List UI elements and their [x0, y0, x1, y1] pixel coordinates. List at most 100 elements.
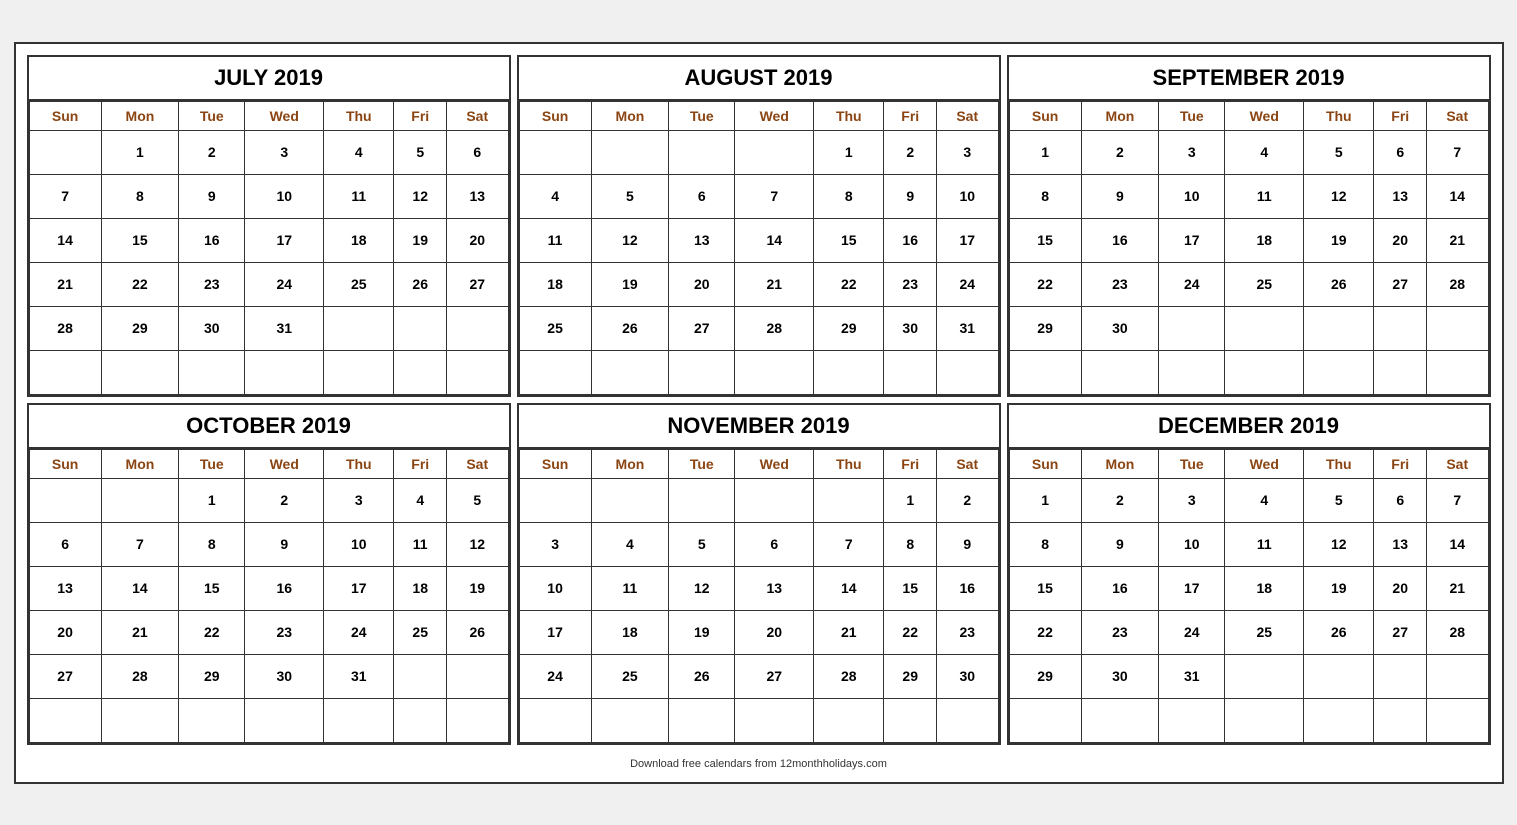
cal-day: 29	[884, 654, 937, 698]
cal-day: 12	[394, 174, 447, 218]
day-header-wed: Wed	[735, 101, 814, 130]
cal-day: 11	[1225, 522, 1304, 566]
cal-day: 20	[735, 610, 814, 654]
cal-day: 28	[814, 654, 884, 698]
cal-day: 1	[179, 478, 245, 522]
cal-day: 30	[245, 654, 324, 698]
cal-day	[519, 350, 591, 394]
cal-day: 4	[1225, 130, 1304, 174]
day-header-wed: Wed	[1225, 449, 1304, 478]
cal-day: 15	[814, 218, 884, 262]
cal-day: 29	[101, 306, 178, 350]
day-header-fri: Fri	[1374, 101, 1427, 130]
cal-day	[179, 698, 245, 742]
cal-day: 29	[1009, 306, 1081, 350]
month-title-july-2019: JULY 2019	[29, 57, 509, 101]
cal-day	[29, 478, 101, 522]
cal-day	[735, 350, 814, 394]
day-header-sun: Sun	[1009, 101, 1081, 130]
cal-day: 27	[29, 654, 101, 698]
cal-day: 5	[446, 478, 508, 522]
cal-day: 12	[1304, 522, 1374, 566]
cal-day: 27	[446, 262, 508, 306]
cal-day	[814, 350, 884, 394]
cal-day: 21	[1426, 218, 1488, 262]
cal-day	[519, 130, 591, 174]
cal-day: 25	[1225, 610, 1304, 654]
day-header-mon: Mon	[591, 449, 668, 478]
cal-day	[1426, 698, 1488, 742]
cal-day	[591, 130, 668, 174]
cal-day: 17	[1159, 218, 1225, 262]
cal-day: 14	[814, 566, 884, 610]
cal-day: 25	[394, 610, 447, 654]
cal-day: 31	[936, 306, 998, 350]
cal-day: 9	[1081, 174, 1158, 218]
cal-day: 13	[446, 174, 508, 218]
cal-day	[1426, 350, 1488, 394]
cal-day: 14	[1426, 522, 1488, 566]
cal-day	[669, 350, 735, 394]
cal-day: 2	[179, 130, 245, 174]
day-header-wed: Wed	[735, 449, 814, 478]
day-header-wed: Wed	[245, 101, 324, 130]
cal-day: 3	[1159, 130, 1225, 174]
cal-day: 13	[1374, 522, 1427, 566]
cal-day: 19	[591, 262, 668, 306]
cal-day: 4	[519, 174, 591, 218]
cal-day: 11	[324, 174, 394, 218]
cal-day	[1081, 350, 1158, 394]
cal-day	[245, 350, 324, 394]
cal-day: 4	[1225, 478, 1304, 522]
cal-day	[394, 698, 447, 742]
cal-day	[394, 654, 447, 698]
cal-day: 28	[29, 306, 101, 350]
cal-day: 29	[1009, 654, 1081, 698]
cal-day: 6	[1374, 478, 1427, 522]
cal-day: 31	[324, 654, 394, 698]
cal-day: 15	[101, 218, 178, 262]
cal-day: 29	[814, 306, 884, 350]
cal-day	[324, 698, 394, 742]
cal-day: 24	[1159, 262, 1225, 306]
cal-day	[1225, 350, 1304, 394]
day-header-sat: Sat	[1426, 101, 1488, 130]
cal-day: 25	[519, 306, 591, 350]
cal-day: 10	[1159, 174, 1225, 218]
cal-day	[1159, 306, 1225, 350]
cal-day: 12	[1304, 174, 1374, 218]
day-header-sat: Sat	[446, 449, 508, 478]
cal-day: 25	[324, 262, 394, 306]
cal-table-october-2019: SunMonTueWedThuFriSat1234567891011121314…	[29, 449, 509, 743]
cal-day	[1225, 654, 1304, 698]
month-title-september-2019: SEPTEMBER 2019	[1009, 57, 1489, 101]
cal-day: 23	[936, 610, 998, 654]
cal-day: 21	[735, 262, 814, 306]
cal-day: 22	[1009, 262, 1081, 306]
cal-day: 23	[179, 262, 245, 306]
cal-day: 13	[29, 566, 101, 610]
cal-day: 5	[669, 522, 735, 566]
cal-day	[1426, 654, 1488, 698]
cal-day: 6	[735, 522, 814, 566]
cal-day: 8	[101, 174, 178, 218]
day-header-sun: Sun	[29, 449, 101, 478]
cal-day: 7	[29, 174, 101, 218]
day-header-mon: Mon	[101, 101, 178, 130]
cal-day: 1	[1009, 130, 1081, 174]
day-header-mon: Mon	[1081, 101, 1158, 130]
cal-day: 4	[394, 478, 447, 522]
cal-day	[519, 698, 591, 742]
cal-day: 23	[884, 262, 937, 306]
cal-day	[1426, 306, 1488, 350]
cal-day	[446, 654, 508, 698]
cal-day: 15	[1009, 218, 1081, 262]
cal-day: 23	[1081, 262, 1158, 306]
cal-day: 25	[591, 654, 668, 698]
cal-day	[519, 478, 591, 522]
cal-day: 3	[324, 478, 394, 522]
cal-day: 22	[1009, 610, 1081, 654]
cal-day: 26	[446, 610, 508, 654]
cal-day: 26	[1304, 262, 1374, 306]
cal-day: 18	[1225, 566, 1304, 610]
